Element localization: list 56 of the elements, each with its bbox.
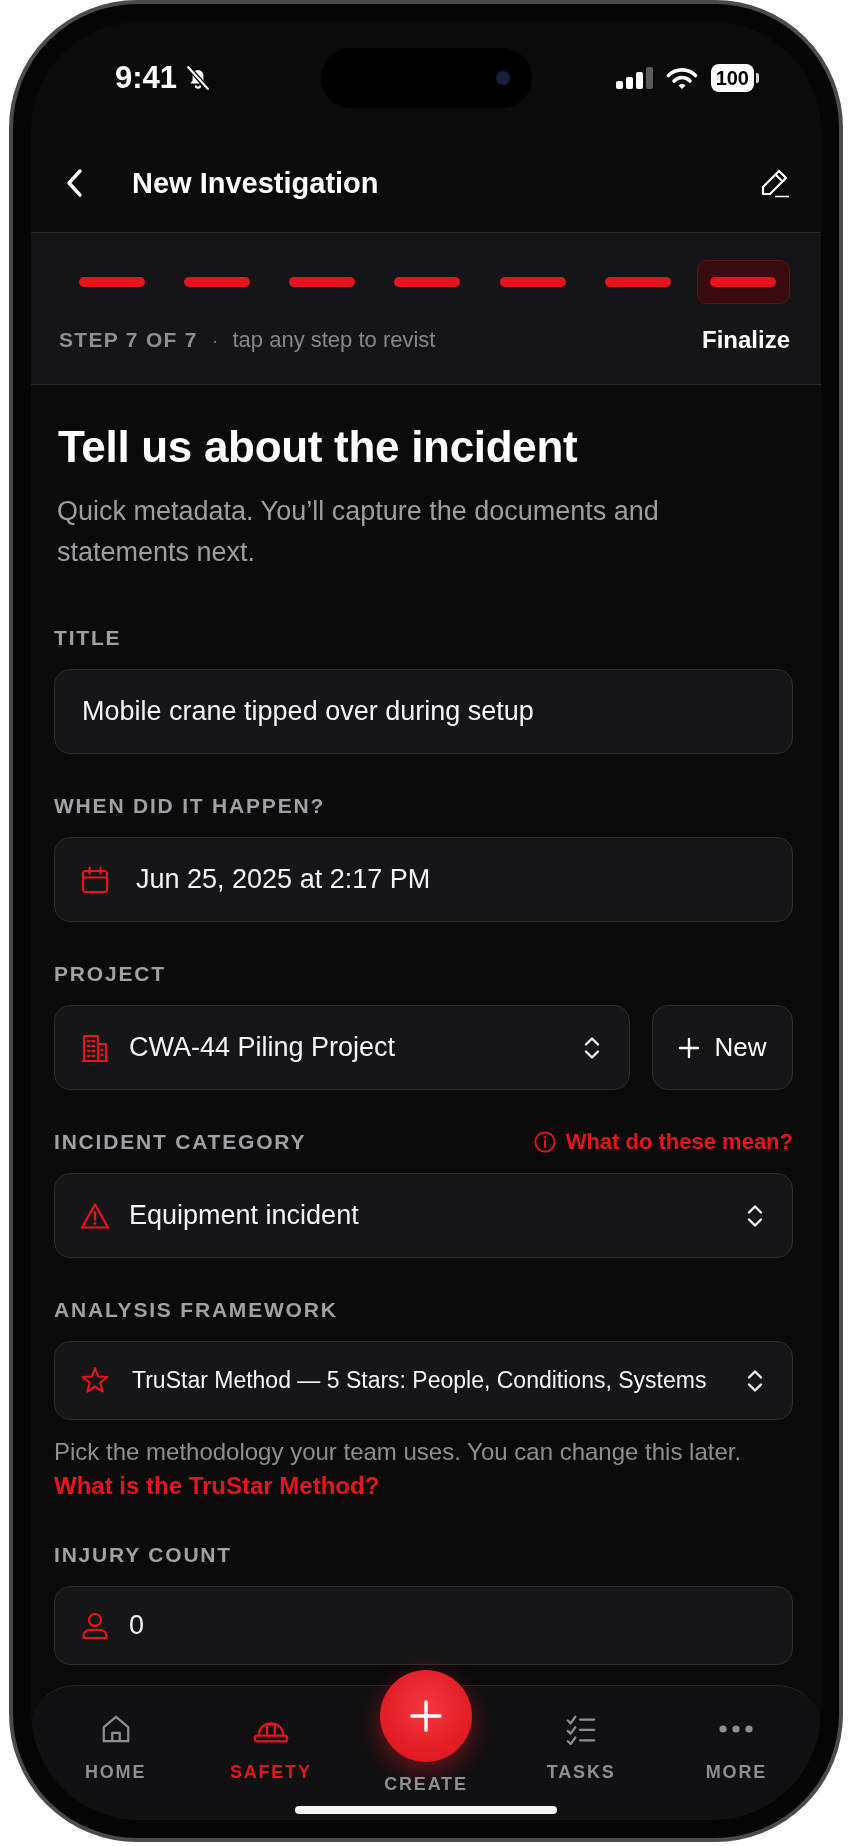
field-label: PROJECT: [54, 961, 166, 987]
wifi-icon: [665, 66, 698, 90]
number-field[interactable]: 0: [54, 1586, 793, 1665]
select-field[interactable]: CWA-44 Piling Project: [54, 1005, 630, 1090]
plus-icon: [678, 1036, 701, 1059]
bell-slash-icon: [185, 65, 212, 91]
progress-step[interactable]: [394, 277, 461, 287]
step-counter: STEP 7 OF 7: [59, 328, 198, 352]
building-icon: [80, 1032, 110, 1063]
progress-step[interactable]: [696, 260, 790, 304]
status-time: 9:41: [115, 60, 178, 96]
back-icon[interactable]: [65, 168, 83, 198]
select-field[interactable]: TruStar Method — 5 Stars: People, Conditions, Systems: [54, 1341, 793, 1420]
create-button[interactable]: [380, 1670, 472, 1762]
step-hint: tap any step to revist: [232, 327, 436, 353]
updown-chevron-icon: [584, 1034, 600, 1061]
help-link[interactable]: What is the TruStar Method?: [54, 1469, 380, 1503]
tab-item[interactable]: TASKS: [546, 1713, 616, 1783]
field-label: WHEN DID IT HAPPEN?: [54, 793, 326, 819]
battery-indicator: 100: [710, 64, 759, 92]
checklist-icon: [565, 1713, 598, 1745]
person-icon: [80, 1610, 110, 1641]
updown-chevron-icon: [747, 1367, 763, 1394]
progress-step[interactable]: [78, 277, 145, 287]
field-label: ANALYSIS FRAMEWORK: [54, 1297, 338, 1323]
tab-item[interactable]: SAFETY: [229, 1713, 312, 1783]
field-label: TITLE: [54, 625, 122, 651]
field-label: INJURY COUNT: [54, 1542, 232, 1568]
page-subtitle: Quick metadata. You’ll capture the documents and statements next.: [57, 495, 660, 569]
progress-step[interactable]: [183, 277, 250, 287]
camera-icon: [495, 71, 510, 85]
help-link[interactable]: What do these mean?: [533, 1129, 793, 1155]
progress-step[interactable]: [289, 277, 356, 287]
text-field[interactable]: Mobile crane tipped over during setup: [54, 669, 793, 754]
tab-item[interactable]: MORE: [705, 1713, 767, 1783]
helper-text: Pick the methodology your team uses. You can change this later.: [54, 1437, 743, 1467]
new-project-button[interactable]: New: [652, 1005, 793, 1090]
calendar-icon: [80, 864, 110, 895]
create-label: CREATE: [384, 1773, 468, 1795]
info-icon: [533, 1131, 556, 1153]
progress-step[interactable]: [605, 277, 672, 287]
date-field[interactable]: Jun 25, 2025 at 2:17 PM: [54, 837, 793, 922]
step-separator: ·: [211, 328, 219, 352]
select-field[interactable]: Equipment incident: [54, 1173, 793, 1258]
more-dots-icon: [719, 1725, 754, 1733]
field-label: INCIDENT CATEGORY: [54, 1129, 307, 1155]
progress-step[interactable]: [499, 277, 566, 287]
page-heading: Tell us about the incident: [58, 421, 579, 473]
screen-title: New Investigation: [132, 166, 379, 200]
warning-icon: [80, 1200, 110, 1231]
tab-item[interactable]: HOME: [85, 1713, 147, 1783]
updown-chevron-icon: [747, 1202, 763, 1229]
current-step-name: Finalize: [701, 326, 790, 354]
star-icon: [80, 1365, 110, 1396]
signal-icon: [615, 67, 653, 89]
plus-icon: [409, 1699, 443, 1733]
